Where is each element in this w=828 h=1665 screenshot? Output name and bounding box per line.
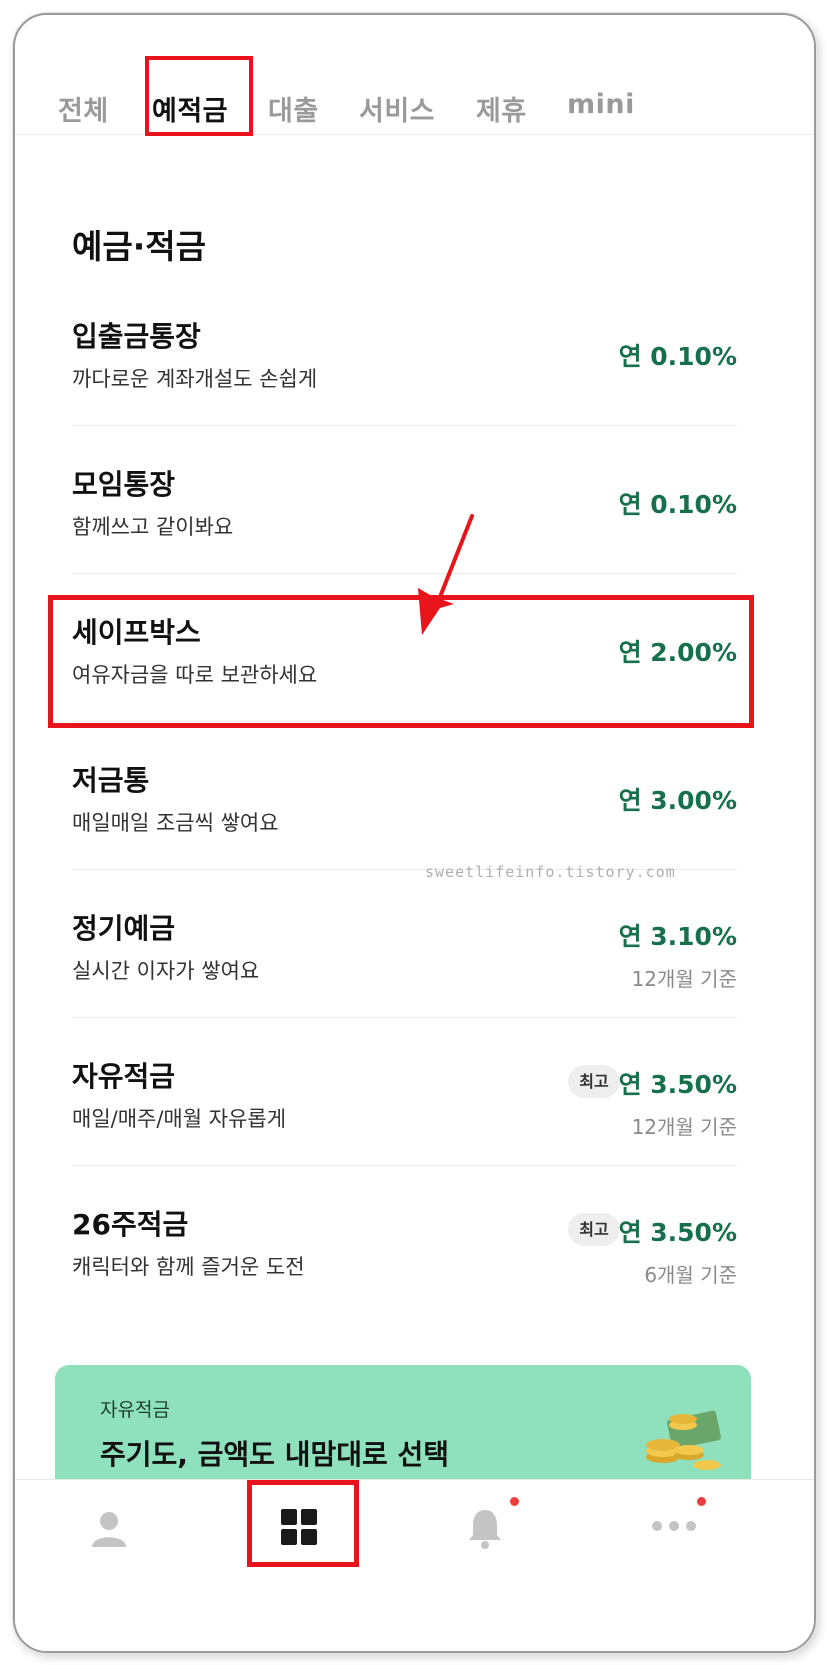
bell-icon[interactable] — [467, 1507, 503, 1549]
phone-frame: 전체 예적금 대출 서비스 제휴 mini 예금·적금 입출금통장 까다로운 계… — [13, 13, 816, 1653]
notification-dot — [510, 1497, 519, 1506]
product-basis: 6개월 기준 — [644, 1263, 737, 1287]
product-basis: 12개월 기준 — [631, 1115, 737, 1139]
product-rate: 연 3.00% — [618, 786, 737, 815]
category-tabs: 전체 예적금 대출 서비스 제휴 mini — [15, 15, 814, 135]
more-icon[interactable] — [651, 1520, 697, 1532]
best-badge: 최고 — [568, 1213, 620, 1246]
arrow-icon — [418, 514, 474, 635]
product-desc: 실시간 이자가 쌓여요 — [72, 959, 260, 983]
product-row-group-account[interactable]: 모임통장 함께쓰고 같이봐요 연 0.10% — [72, 463, 737, 611]
person-icon[interactable] — [90, 1510, 128, 1548]
product-desc: 캐릭터와 함께 즐거운 도전 — [72, 1255, 305, 1279]
tab-service[interactable]: 서비스 — [359, 89, 435, 128]
product-name: 자유적금 — [72, 1060, 176, 1093]
tab-mini[interactable]: mini — [567, 89, 635, 120]
product-rate: 연 0.10% — [618, 490, 737, 519]
divider — [72, 1165, 737, 1166]
watermark: sweetlifeinfo.tistory.com — [425, 863, 676, 881]
product-rate: 연 3.10% — [618, 922, 737, 951]
product-row-free-savings[interactable]: 자유적금 매일/매주/매월 자유롭게 최고 연 3.50% 12개월 기준 — [72, 1055, 737, 1203]
tab-loan[interactable]: 대출 — [268, 89, 319, 128]
product-basis: 12개월 기준 — [631, 967, 737, 991]
product-name: 모임통장 — [72, 468, 176, 501]
banner-subtitle: 자유적금 — [100, 1399, 170, 1421]
product-row-checking[interactable]: 입출금통장 까다로운 계좌개설도 손쉽게 연 0.10% — [72, 315, 737, 463]
notification-dot — [697, 1497, 706, 1506]
divider — [72, 425, 737, 426]
product-desc: 까다로운 계좌개설도 손쉽게 — [72, 367, 318, 391]
bottom-nav — [15, 1479, 814, 1651]
product-name: 입출금통장 — [72, 320, 201, 353]
safebox-highlight — [48, 595, 754, 728]
divider — [72, 573, 737, 574]
coins-icon — [646, 1410, 722, 1470]
product-row-26week-savings[interactable]: 26주적금 캐릭터와 함께 즐거운 도전 최고 연 3.50% 6개월 기준 — [72, 1203, 737, 1351]
divider — [72, 1017, 737, 1018]
tab-all[interactable]: 전체 — [58, 89, 109, 128]
product-row-piggybank[interactable]: 저금통 매일매일 조금씩 쌓여요 연 3.00% — [72, 759, 737, 907]
product-row-time-deposit[interactable]: 정기예금 실시간 이자가 쌓여요 연 3.10% 12개월 기준 — [72, 907, 737, 1055]
product-desc: 함께쓰고 같이봐요 — [72, 515, 234, 539]
section-title: 예금·적금 — [72, 227, 206, 266]
grid-nav-highlight — [247, 1480, 359, 1567]
tab-partner[interactable]: 제휴 — [476, 89, 527, 128]
banner-headline: 주기도, 금액도 내맘대로 선택 — [100, 1438, 450, 1471]
best-badge: 최고 — [568, 1065, 620, 1098]
product-desc: 매일매일 조금씩 쌓여요 — [72, 811, 279, 835]
product-name: 26주적금 — [72, 1208, 189, 1241]
product-desc: 매일/매주/매월 자유롭게 — [72, 1107, 287, 1131]
product-name: 저금통 — [72, 764, 150, 797]
product-rate: 연 0.10% — [618, 342, 737, 371]
product-rate: 연 3.50% — [618, 1218, 737, 1247]
product-rate: 연 3.50% — [618, 1070, 737, 1099]
active-tab-highlight — [145, 56, 253, 136]
product-name: 정기예금 — [72, 912, 176, 945]
